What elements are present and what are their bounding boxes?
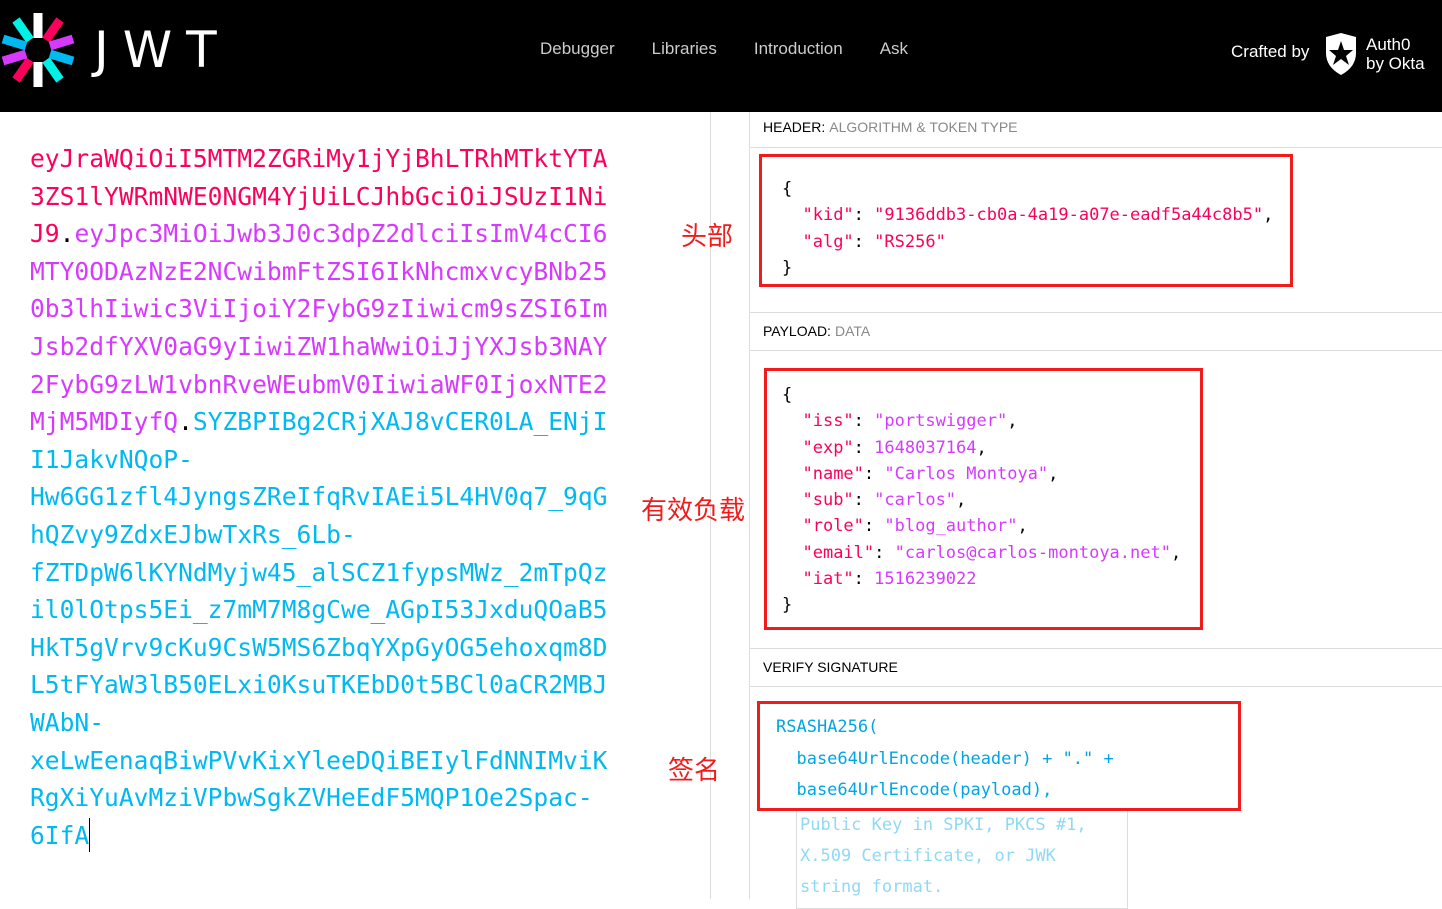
annotation-header: 头部 bbox=[681, 221, 734, 251]
nav-introduction[interactable]: Introduction bbox=[754, 39, 843, 59]
token-dot: . bbox=[178, 407, 193, 437]
payload-subtitle: DATA bbox=[834, 323, 871, 339]
header-title: HEADER: bbox=[763, 119, 826, 135]
public-key-input[interactable]: Public Key in SPKI, PKCS #1, X.509 Certi… bbox=[796, 809, 1128, 909]
payload-highlight-box bbox=[764, 368, 1203, 630]
auth0-shield-icon[interactable] bbox=[1323, 33, 1359, 75]
encoded-panel: eyJraWQiOiI5MTM2ZGRiMy1jYjBhLTRhMTktYTA3… bbox=[0, 112, 711, 899]
annotation-payload: 有效负载 bbox=[641, 495, 746, 525]
annotation-signature: 签名 bbox=[668, 755, 721, 785]
header-section-title: HEADER: ALGORITHM & TOKEN TYPE bbox=[750, 112, 1442, 148]
nav-libraries[interactable]: Libraries bbox=[652, 39, 717, 59]
crafted-by-label: Crafted by bbox=[1231, 42, 1310, 61]
text-caret bbox=[89, 817, 91, 852]
verify-title: VERIFY SIGNATURE bbox=[763, 659, 898, 675]
payload-section-title: PAYLOAD: DATA bbox=[750, 312, 1442, 351]
main-nav: Debugger Libraries Introduction Ask bbox=[540, 39, 908, 59]
verify-section-title: VERIFY SIGNATURE bbox=[750, 648, 1442, 687]
jwt-wordmark[interactable]: JWT bbox=[94, 22, 231, 78]
decoded-panel: HEADER: ALGORITHM & TOKEN TYPE { "kid": "… bbox=[749, 112, 1442, 909]
payload-title: PAYLOAD: bbox=[763, 323, 831, 339]
nav-ask[interactable]: Ask bbox=[880, 39, 908, 59]
nav-debugger[interactable]: Debugger bbox=[540, 39, 615, 59]
header-highlight-box bbox=[759, 154, 1293, 287]
header-subtitle: ALGORITHM & TOKEN TYPE bbox=[829, 119, 1018, 135]
top-navbar: JWT Debugger Libraries Introduction Ask … bbox=[0, 0, 1442, 112]
by-okta-text: by Okta bbox=[1366, 54, 1425, 73]
auth0-text: Auth0 bbox=[1366, 35, 1411, 54]
token-payload-part: eyJpc3MiOiJwb3J0c3dpZ2dlciIsImV4cCI6MTY0… bbox=[30, 219, 608, 437]
encoded-token-input[interactable]: eyJraWQiOiI5MTM2ZGRiMy1jYjBhLTRhMTktYTA3… bbox=[30, 140, 620, 854]
token-signature-part: SYZBPIBg2CRjXAJ8vCER0LA_ENjII1JakvNQoP-H… bbox=[30, 407, 608, 850]
token-dot: . bbox=[59, 219, 75, 249]
signature-highlight-box bbox=[757, 701, 1241, 811]
jwt-logo-icon[interactable] bbox=[0, 12, 76, 88]
auth0-by-okta-link[interactable]: Auth0 by Okta bbox=[1366, 35, 1425, 73]
